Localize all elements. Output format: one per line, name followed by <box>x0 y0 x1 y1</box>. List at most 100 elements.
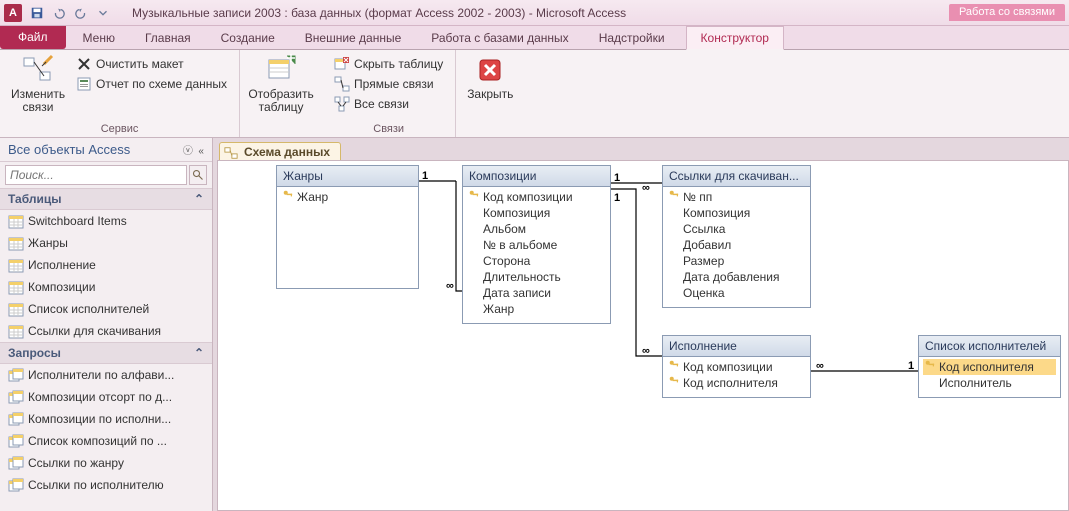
search-icon[interactable] <box>189 165 207 185</box>
tab-addins[interactable]: Надстройки <box>584 26 680 49</box>
table-field[interactable]: № в альбоме <box>467 237 606 253</box>
show-table-label: Отобразить таблицу <box>248 88 313 114</box>
table-field[interactable]: Код композиции <box>467 189 606 205</box>
nav-query-item[interactable]: Исполнители по алфави... <box>0 364 212 386</box>
workspace: Все объекты Access ⓥ « Таблицы ⌃ Switchb… <box>0 138 1069 511</box>
tab-menu[interactable]: Меню <box>68 26 130 49</box>
hide-table-button[interactable]: Скрыть таблицу <box>332 54 445 74</box>
nav-section-tables-label: Таблицы <box>8 192 61 206</box>
nav-table-item[interactable]: Композиции <box>0 276 212 298</box>
nav-query-item[interactable]: Список композиций по ... <box>0 430 212 452</box>
app-icon[interactable]: A <box>4 4 22 22</box>
nav-header[interactable]: Все объекты Access ⓥ « <box>0 138 212 162</box>
contextual-tab-group: Работа со связями <box>949 4 1065 21</box>
group-service-label: Сервис <box>6 123 233 137</box>
show-table-button[interactable]: Отобразить таблицу <box>246 52 316 116</box>
ribbon: Изменить связи Очистить макет Отчет по с… <box>0 50 1069 138</box>
table-field[interactable]: Сторона <box>467 253 606 269</box>
clear-layout-button[interactable]: Очистить макет <box>74 54 229 74</box>
nav-table-item[interactable]: Исполнение <box>0 254 212 276</box>
relationships-canvas[interactable]: 1 ∞ 1 ∞ 1 ∞ ∞ 1 ЖанрыЖанр КомпозицииКод … <box>217 160 1069 511</box>
table-field[interactable]: № пп <box>667 189 806 205</box>
nav-section-tables[interactable]: Таблицы ⌃ <box>0 188 212 210</box>
table-title: Композиции <box>463 166 610 187</box>
table-field[interactable]: Размер <box>667 253 806 269</box>
svg-text:1: 1 <box>908 360 914 372</box>
direct-relations-button[interactable]: Прямые связи <box>332 74 445 94</box>
direct-relations-label: Прямые связи <box>354 77 434 91</box>
nav-section-queries-label: Запросы <box>8 346 61 360</box>
table-field[interactable]: Оценка <box>667 285 806 301</box>
table-title: Исполнение <box>663 336 810 357</box>
table-ispolnenie[interactable]: Исполнение Код композицииКод исполнителя <box>662 335 811 398</box>
table-kompozicii[interactable]: Композиции Код композицииКомпозицияАльбом… <box>462 165 611 324</box>
ribbon-group-service: Изменить связи Очистить макет Отчет по с… <box>0 50 240 137</box>
window-title: Музыкальные записи 2003 : база данных (ф… <box>132 6 626 20</box>
table-field[interactable]: Код исполнителя <box>923 359 1056 375</box>
key-icon <box>669 360 683 374</box>
qat-redo-icon[interactable] <box>71 4 91 22</box>
table-field[interactable]: Код композиции <box>667 359 806 375</box>
nav-table-item[interactable]: Switchboard Items <box>0 210 212 232</box>
relations-report-label: Отчет по схеме данных <box>96 77 227 91</box>
table-field[interactable]: Добавил <box>667 237 806 253</box>
nav-search-input[interactable] <box>5 165 187 185</box>
nav-table-item[interactable]: Список исполнителей <box>0 298 212 320</box>
table-field[interactable]: Композиция <box>467 205 606 221</box>
table-field[interactable]: Дата записи <box>467 285 606 301</box>
svg-text:1: 1 <box>422 170 428 182</box>
edit-relations-button[interactable]: Изменить связи <box>6 52 70 116</box>
close-label: Закрыть <box>467 88 513 101</box>
nav-table-item[interactable]: Жанры <box>0 232 212 254</box>
tab-home[interactable]: Главная <box>130 26 206 49</box>
table-field[interactable]: Исполнитель <box>923 375 1056 391</box>
all-relations-label: Все связи <box>354 97 409 111</box>
edit-relations-label: Изменить связи <box>11 88 65 114</box>
svg-text:1: 1 <box>614 172 620 184</box>
table-field[interactable]: Альбом <box>467 221 606 237</box>
hide-table-label: Скрыть таблицу <box>354 57 443 71</box>
tab-design[interactable]: Конструктор <box>686 26 784 50</box>
document-tab[interactable]: Схема данных <box>219 142 341 162</box>
nav-table-item[interactable]: Ссылки для скачивания <box>0 320 212 342</box>
table-title: Список исполнителей <box>919 336 1060 357</box>
collapse-icon: ⌃ <box>194 192 204 206</box>
nav-query-item[interactable]: Ссылки по жанру <box>0 452 212 474</box>
ribbon-tabs: Файл Меню Главная Создание Внешние данны… <box>0 26 1069 50</box>
table-field[interactable]: Дата добавления <box>667 269 806 285</box>
table-spisok[interactable]: Список исполнителей Код исполнителяИсполн… <box>918 335 1061 398</box>
table-field[interactable]: Жанр <box>467 301 606 317</box>
nav-query-item[interactable]: Ссылки по исполнителю <box>0 474 212 496</box>
table-title: Ссылки для скачиван... <box>663 166 810 187</box>
close-button[interactable]: Закрыть <box>462 52 518 103</box>
table-field[interactable]: Композиция <box>667 205 806 221</box>
qat-customize-icon[interactable] <box>93 4 113 22</box>
nav-query-item[interactable]: Композиции отсорт по д... <box>0 386 212 408</box>
relations-report-button[interactable]: Отчет по схеме данных <box>74 74 229 94</box>
tab-external[interactable]: Внешние данные <box>290 26 417 49</box>
nav-section-queries[interactable]: Запросы ⌃ <box>0 342 212 364</box>
clear-layout-label: Очистить макет <box>96 57 184 71</box>
ribbon-group-close: Закрыть <box>456 50 524 137</box>
table-field[interactable]: Длительность <box>467 269 606 285</box>
table-field[interactable]: Ссылка <box>667 221 806 237</box>
qat-save-icon[interactable] <box>27 4 47 22</box>
file-tab[interactable]: Файл <box>0 26 66 49</box>
nav-collapse-icon[interactable]: ⓥ « <box>183 142 204 157</box>
table-ssylki[interactable]: Ссылки для скачиван... № ппКомпозицияСсыл… <box>662 165 811 308</box>
svg-text:∞: ∞ <box>642 345 650 357</box>
table-field[interactable]: Жанр <box>281 189 414 205</box>
svg-text:∞: ∞ <box>642 182 650 194</box>
all-relations-button[interactable]: Все связи <box>332 94 445 114</box>
table-field[interactable]: Код исполнителя <box>667 375 806 391</box>
svg-text:∞: ∞ <box>816 360 824 372</box>
svg-text:1: 1 <box>614 192 620 204</box>
key-icon <box>283 190 297 204</box>
key-icon <box>469 190 483 204</box>
nav-query-item[interactable]: Композиции по исполни... <box>0 408 212 430</box>
table-zhanry[interactable]: ЖанрыЖанр <box>276 165 419 289</box>
tab-database[interactable]: Работа с базами данных <box>416 26 583 49</box>
qat-undo-icon[interactable] <box>49 4 69 22</box>
document-tab-label: Схема данных <box>244 145 330 159</box>
tab-create[interactable]: Создание <box>206 26 290 49</box>
